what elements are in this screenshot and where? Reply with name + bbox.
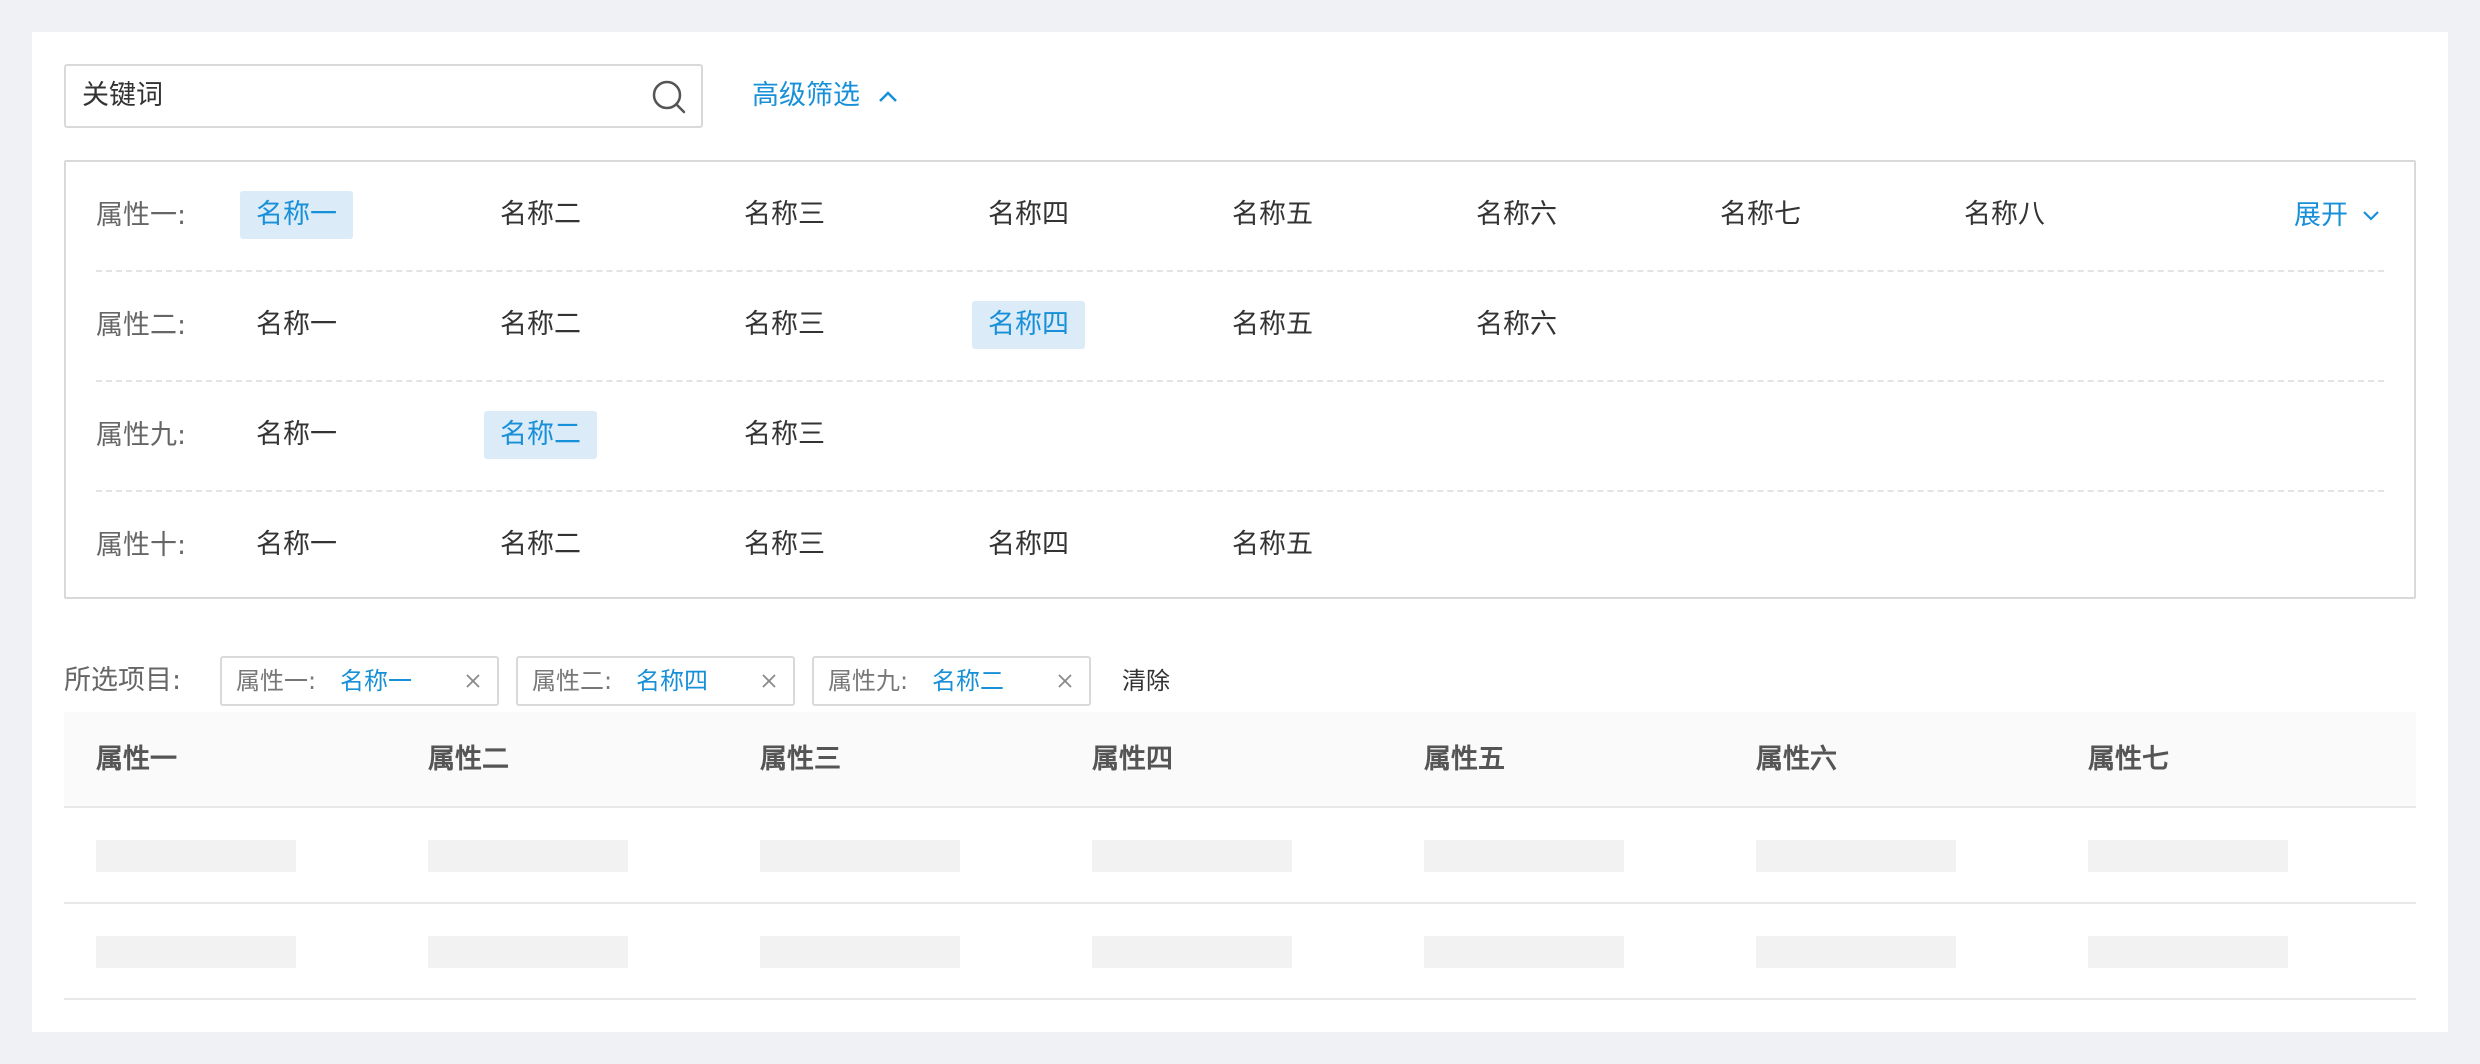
skeleton-cell: [760, 936, 960, 968]
close-icon[interactable]: [761, 673, 777, 689]
tag-value: 名称二: [932, 667, 1004, 695]
skeleton-cell: [2088, 936, 2288, 968]
skeleton-cell: [1756, 840, 1956, 872]
filter-row-attr-1: 属性一: 名称一 名称二 名称三 名称四 名称五 名称六 名称七 名称八 展开: [66, 162, 2414, 272]
filter-option[interactable]: 名称六: [1460, 191, 1573, 239]
column-header[interactable]: 属性五: [1424, 712, 1505, 808]
filter-option[interactable]: 名称四: [972, 301, 1085, 349]
filter-option[interactable]: 名称三: [728, 411, 841, 459]
filter-option[interactable]: 名称五: [1216, 521, 1329, 569]
filter-option[interactable]: 名称三: [728, 301, 841, 349]
skeleton-cell: [1424, 936, 1624, 968]
column-header[interactable]: 属性三: [760, 712, 841, 808]
tag-attribute: 属性二:: [532, 667, 613, 695]
advanced-filter-toggle[interactable]: 高级筛选: [752, 64, 898, 128]
selected-tag: 属性二: 名称四: [516, 656, 795, 706]
filter-row-attr-9: 属性九: 名称一 名称二 名称三: [66, 382, 2414, 492]
table-header: 属性一 属性二 属性三 属性四 属性五 属性六 属性七: [64, 712, 2416, 808]
filter-option[interactable]: 名称一: [240, 411, 353, 459]
skeleton-cell: [2088, 840, 2288, 872]
filter-row-label: 属性二:: [96, 310, 187, 341]
tag-value: 名称一: [340, 667, 412, 695]
clear-button[interactable]: 清除: [1122, 656, 1170, 706]
skeleton-cell: [96, 936, 296, 968]
skeleton-cell: [1092, 840, 1292, 872]
search-icon[interactable]: [651, 79, 687, 115]
selected-tag: 属性一: 名称一: [220, 656, 499, 706]
main-panel: 关键词 高级筛选 属性一: 名称一 名称二 名称三 名称四 名称五 名称六 名称…: [32, 32, 2448, 1032]
skeleton-cell: [1756, 936, 1956, 968]
tag-attribute: 属性九:: [828, 667, 909, 695]
column-header[interactable]: 属性一: [96, 712, 177, 808]
chevron-up-icon: [879, 91, 897, 102]
column-header[interactable]: 属性四: [1092, 712, 1173, 808]
filter-option[interactable]: 名称四: [972, 191, 1085, 239]
skeleton-cell: [428, 840, 628, 872]
selected-items-label: 所选项目:: [64, 665, 182, 696]
filter-row-label: 属性一:: [96, 200, 187, 231]
advanced-filter-label: 高级筛选: [752, 80, 860, 111]
filter-option[interactable]: 名称六: [1460, 301, 1573, 349]
tag-value: 名称四: [636, 667, 708, 695]
skeleton-cell: [96, 840, 296, 872]
table-row[interactable]: [64, 808, 2416, 904]
filter-option[interactable]: 名称一: [240, 521, 353, 569]
column-header[interactable]: 属性六: [1756, 712, 1837, 808]
filter-option[interactable]: 名称三: [728, 191, 841, 239]
skeleton-cell: [760, 840, 960, 872]
chevron-down-icon: [2363, 211, 2379, 221]
filter-option[interactable]: 名称四: [972, 521, 1085, 569]
filter-option[interactable]: 名称八: [1948, 191, 2061, 239]
skeleton-cell: [1092, 936, 1292, 968]
expand-label: 展开: [2294, 200, 2348, 231]
filter-panel: 属性一: 名称一 名称二 名称三 名称四 名称五 名称六 名称七 名称八 展开 …: [64, 160, 2416, 599]
filter-row-label: 属性十:: [96, 530, 187, 561]
filter-option[interactable]: 名称一: [240, 191, 353, 239]
filter-option[interactable]: 名称三: [728, 521, 841, 569]
filter-option[interactable]: 名称七: [1704, 191, 1817, 239]
filter-option[interactable]: 名称二: [484, 411, 597, 459]
filter-option[interactable]: 名称二: [484, 301, 597, 349]
table-row[interactable]: [64, 904, 2416, 1000]
skeleton-cell: [428, 936, 628, 968]
column-header[interactable]: 属性七: [2088, 712, 2169, 808]
filter-option[interactable]: 名称五: [1216, 301, 1329, 349]
tag-attribute: 属性一:: [236, 667, 317, 695]
skeleton-cell: [1424, 840, 1624, 872]
search-input[interactable]: 关键词: [64, 64, 703, 128]
filter-row-attr-2: 属性二: 名称一 名称二 名称三 名称四 名称五 名称六: [66, 272, 2414, 382]
column-header[interactable]: 属性二: [428, 712, 509, 808]
filter-row-attr-10: 属性十: 名称一 名称二 名称三 名称四 名称五: [66, 492, 2414, 602]
close-icon[interactable]: [465, 673, 481, 689]
filter-option[interactable]: 名称二: [484, 521, 597, 569]
selected-tag: 属性九: 名称二: [812, 656, 1091, 706]
search-input-value[interactable]: 关键词: [82, 66, 163, 126]
close-icon[interactable]: [1057, 673, 1073, 689]
filter-option[interactable]: 名称五: [1216, 191, 1329, 239]
filter-option[interactable]: 名称一: [240, 301, 353, 349]
expand-button[interactable]: 展开: [2294, 162, 2380, 270]
filter-row-label: 属性九:: [96, 420, 187, 451]
filter-option[interactable]: 名称二: [484, 191, 597, 239]
